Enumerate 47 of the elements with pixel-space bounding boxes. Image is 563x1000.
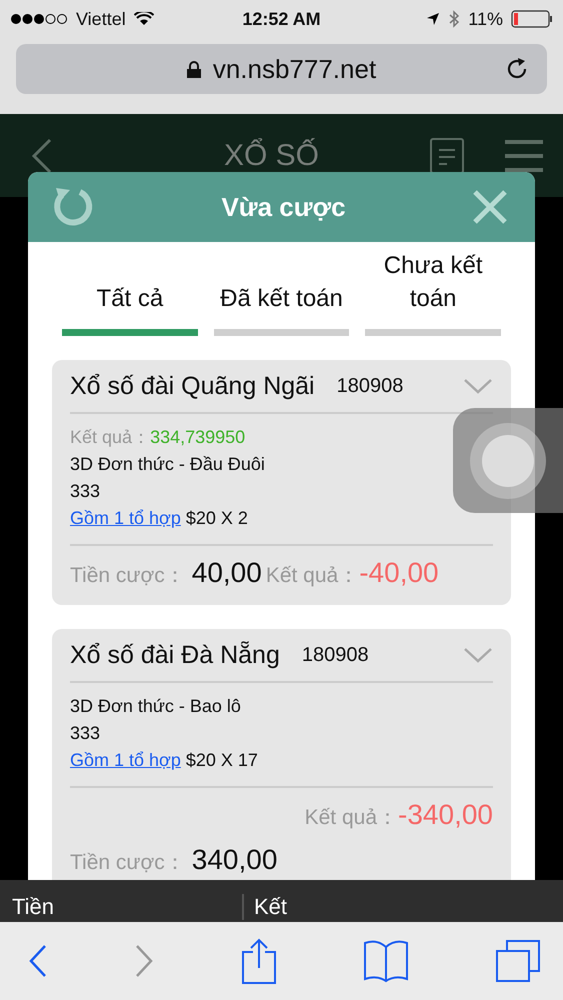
wifi-icon [134,12,154,26]
stake-amount: 40,00 [192,556,262,590]
lock-icon [186,60,201,78]
stake-detail: $20 X 2 [186,508,248,528]
stake-label: Tiền cược： [70,563,186,589]
bookmarks-icon[interactable] [362,939,409,983]
bet-type: 3D Đơn thức - Đầu Đuôi [70,453,266,476]
result-label: Kết quả： [70,427,150,447]
back-icon[interactable] [30,138,54,174]
signal-icon [10,13,68,25]
share-icon[interactable] [240,938,276,984]
forward-icon[interactable] [134,944,154,978]
carrier-name: Viettel [76,8,126,30]
stake-label: Tiền cược： [70,850,186,876]
combination-link[interactable]: Gồm 1 tổ hợp [70,508,181,528]
winning-numbers: 334,739950 [150,427,246,447]
stake-amount: 340,00 [192,843,278,877]
status-time: 12:52 AM [242,8,321,30]
draw-number: 180908 [302,644,369,666]
draw-number: 180908 [336,374,404,398]
assistive-touch-button[interactable] [453,408,563,513]
battery-icon [511,10,553,28]
bluetooth-icon [448,10,460,28]
filter-tab[interactable]: Đã kết toán [214,258,350,336]
lottery-name: Xổ số đài Quãng Ngãi [70,372,315,400]
dialog-title: Vừa cược [221,192,346,222]
menu-icon[interactable] [505,138,543,172]
column-header: Kết [242,894,288,920]
tabs-icon[interactable] [495,939,541,983]
stake-detail: $20 X 17 [186,750,258,770]
combination-link[interactable]: Gồm 1 tổ hợp [70,750,181,770]
bet-numbers: 333 [70,480,102,503]
result-label: Kết quả： [266,563,360,589]
back-icon[interactable] [28,944,48,978]
bet-numbers: 333 [70,722,102,745]
bet-type: 3D Đơn thức - Bao lô [70,695,242,718]
result-amount: -40,00 [359,556,439,590]
app-title: XỔ SỐ [222,138,320,172]
reload-icon[interactable] [505,57,529,81]
result-label: Kết quả： [304,805,398,831]
battery-percent: 11% [468,8,503,30]
filter-tab[interactable]: Tất cả [62,258,198,336]
location-icon [426,12,440,26]
address-bar[interactable]: vn.nsb777.net [16,44,547,94]
lottery-name: Xổ số đài Đà Nẵng [70,640,280,670]
column-header: Tiền [11,894,55,920]
result-amount: -340,00 [398,798,493,832]
